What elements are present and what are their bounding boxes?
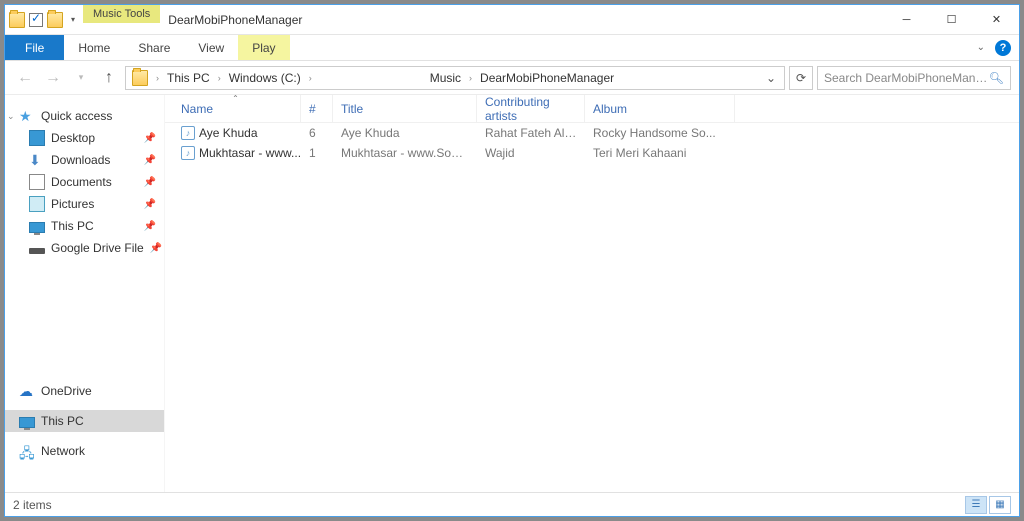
maximize-button[interactable]: ☐ <box>929 5 974 34</box>
minimize-button[interactable]: ─ <box>884 5 929 34</box>
chevron-right-icon[interactable]: › <box>152 73 163 83</box>
nav-documents[interactable]: Documents📌 <box>5 171 164 193</box>
drive-icon <box>29 248 45 254</box>
pin-icon: 📌 <box>144 177 156 188</box>
nav-desktop[interactable]: Desktop📌 <box>5 127 164 149</box>
quick-access-toolbar: ▾ <box>5 5 83 34</box>
qat-dropdown[interactable]: ▾ <box>67 15 79 24</box>
col-album[interactable]: Album <box>585 95 735 122</box>
pc-icon <box>19 417 35 428</box>
file-list[interactable]: ♪Aye Khuda 6 Aye Khuda Rahat Fateh Ali K… <box>165 123 1019 492</box>
nav-this-pc[interactable]: This PC <box>5 410 164 432</box>
chevron-right-icon[interactable]: › <box>305 73 316 83</box>
item-count: 2 items <box>13 498 52 512</box>
crumb-drive[interactable]: Windows (C:) <box>225 67 305 89</box>
desktop-icon <box>29 130 45 146</box>
title-bar: ▾ Music Tools DearMobiPhoneManager ─ ☐ ✕ <box>5 5 1019 35</box>
tab-file[interactable]: File <box>5 35 64 60</box>
navigation-pane: ⌄★Quick access Desktop📌 ⬇Downloads📌 Docu… <box>5 95 165 492</box>
sort-asc-icon: ⌃ <box>232 95 239 103</box>
nav-network[interactable]: 🖧Network <box>5 440 164 462</box>
pin-icon: 📌 <box>150 243 162 254</box>
recent-dropdown[interactable]: ▾ <box>69 66 93 90</box>
body: ⌄★Quick access Desktop📌 ⬇Downloads📌 Docu… <box>5 95 1019 492</box>
star-icon: ★ <box>19 108 35 124</box>
ribbon-expand-icon[interactable]: ⌄ <box>977 42 985 53</box>
cloud-icon: ☁ <box>19 383 35 399</box>
new-folder-icon[interactable] <box>47 12 63 28</box>
document-icon <box>29 174 45 190</box>
up-button[interactable]: ↑ <box>97 66 121 90</box>
crumb-this-pc[interactable]: This PC <box>163 67 214 89</box>
nav-downloads[interactable]: ⬇Downloads📌 <box>5 149 164 171</box>
details-view-button[interactable]: ☰ <box>965 496 987 514</box>
app-icon <box>9 12 25 28</box>
nav-gdrive[interactable]: Google Drive File📌 <box>5 237 164 259</box>
nav-onedrive[interactable]: ☁OneDrive <box>5 380 164 402</box>
col-name[interactable]: ⌃Name <box>171 95 301 122</box>
pin-icon: 📌 <box>144 155 156 166</box>
status-bar: 2 items ☰ ▦ <box>5 492 1019 516</box>
window-controls: ─ ☐ ✕ <box>884 5 1019 34</box>
music-file-icon: ♪ <box>181 126 195 140</box>
col-track-num[interactable]: # <box>301 95 333 122</box>
icons-view-button[interactable]: ▦ <box>989 496 1011 514</box>
search-icon: 🔍︎ <box>989 71 1004 85</box>
tab-share[interactable]: Share <box>124 35 184 60</box>
crumb-hidden[interactable] <box>316 67 426 89</box>
pin-icon: 📌 <box>144 199 156 210</box>
explorer-window: ▾ Music Tools DearMobiPhoneManager ─ ☐ ✕… <box>4 4 1020 517</box>
crumb-music[interactable]: Music <box>426 67 465 89</box>
forward-button[interactable]: → <box>41 66 65 90</box>
column-headers: ⌃Name # Title Contributing artists Album <box>165 95 1019 123</box>
file-row[interactable]: ♪Aye Khuda 6 Aye Khuda Rahat Fateh Ali K… <box>165 123 1019 143</box>
back-button[interactable]: ← <box>13 66 37 90</box>
search-input[interactable]: Search DearMobiPhoneMana... 🔍︎ <box>817 66 1011 90</box>
pictures-icon <box>29 196 45 212</box>
nav-pictures[interactable]: Pictures📌 <box>5 193 164 215</box>
close-button[interactable]: ✕ <box>974 5 1019 34</box>
crumb-current[interactable]: DearMobiPhoneManager <box>476 67 618 89</box>
file-row[interactable]: ♪Mukhtasar - www.... 1 Mukhtasar - www.S… <box>165 143 1019 163</box>
search-placeholder: Search DearMobiPhoneMana... <box>824 71 989 85</box>
address-bar[interactable]: › This PC › Windows (C:) › Music › DearM… <box>125 66 785 90</box>
col-title[interactable]: Title <box>333 95 477 122</box>
refresh-button[interactable]: ⟳ <box>789 66 813 90</box>
ribbon-tabs: File Home Share View Play ⌄ ? <box>5 35 1019 61</box>
nav-this-pc-q[interactable]: This PC📌 <box>5 215 164 237</box>
network-icon: 🖧 <box>19 443 35 459</box>
pin-icon: 📌 <box>144 221 156 232</box>
nav-quick-access[interactable]: ⌄★Quick access <box>5 105 164 127</box>
pc-icon <box>29 222 45 233</box>
pin-icon: 📌 <box>144 133 156 144</box>
col-artists[interactable]: Contributing artists <box>477 95 585 122</box>
tab-play[interactable]: Play <box>238 35 289 60</box>
window-title: DearMobiPhoneManager <box>160 5 884 34</box>
view-mode-buttons: ☰ ▦ <box>965 496 1011 514</box>
navigation-bar: ← → ▾ ↑ › This PC › Windows (C:) › Music… <box>5 61 1019 95</box>
content-area: ⌃Name # Title Contributing artists Album… <box>165 95 1019 492</box>
chevron-right-icon[interactable]: › <box>214 73 225 83</box>
context-tab-label: Music Tools <box>83 5 160 23</box>
help-icon[interactable]: ? <box>995 40 1011 56</box>
chevron-right-icon[interactable]: › <box>465 73 476 83</box>
properties-icon[interactable] <box>29 13 43 27</box>
folder-icon <box>132 70 148 86</box>
tab-home[interactable]: Home <box>64 35 124 60</box>
tab-view[interactable]: View <box>184 35 238 60</box>
address-dropdown[interactable]: ⌄ <box>760 71 782 85</box>
download-icon: ⬇ <box>29 152 45 168</box>
music-file-icon: ♪ <box>181 146 195 160</box>
